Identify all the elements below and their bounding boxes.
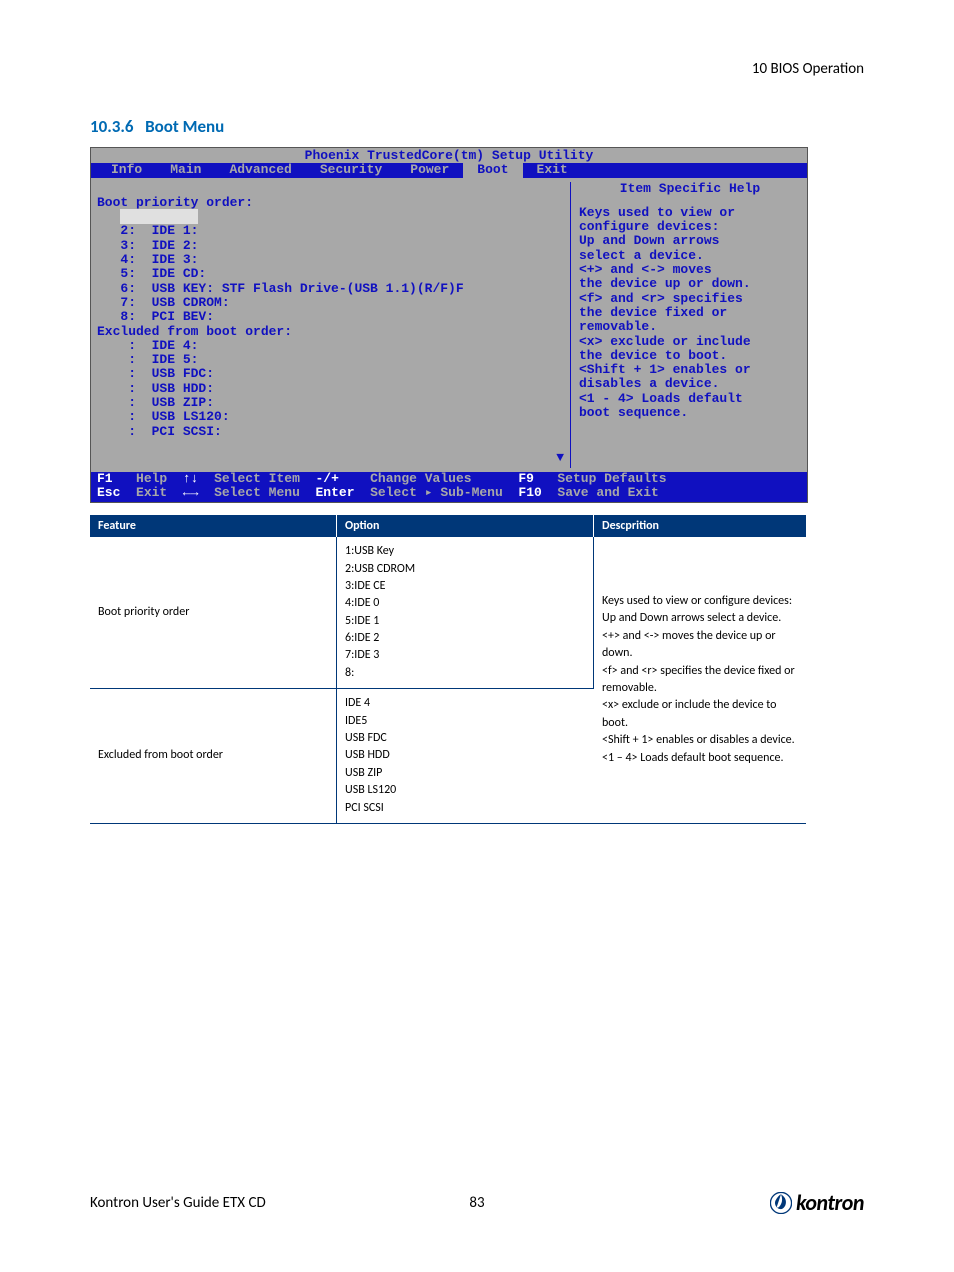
priority-item: 2: IDE 1: [120,223,198,238]
priority-item: 6: USB KEY: STF Flash Drive-(USB 1.1)(R/… [120,281,463,296]
boot-priority-heading: Boot priority order: [97,195,253,210]
label-changevalues: Change Values [370,471,471,486]
scroll-down-icon: ▼ [556,451,564,465]
key-updown: ↑↓ [183,471,199,486]
key-f10: F10 [518,485,541,500]
section-number: 10.3.6 [90,116,134,137]
cell-option: 1:USB Key 2:USB CDROM 3:IDE CE 4:IDE 0 5… [337,537,594,689]
priority-item: 5: IDE CD: [120,266,206,281]
label-selectmenu: Select Menu [214,485,300,500]
label-help: Help [136,471,167,486]
bios-title: Phoenix TrustedCore(tm) Setup Utility [91,148,807,163]
key-esc: Esc [97,485,120,500]
bios-tab-security: Security [306,163,396,177]
key-f1: F1 [97,471,113,486]
footer-left: Kontron User's Guide ETX CD [90,1194,266,1212]
bios-tab-advanced: Advanced [215,163,305,177]
bios-tab-power: Power [396,163,463,177]
bios-tab-info: Info [97,163,156,177]
section-title: Boot Menu [145,116,224,137]
priority-item-1: 1: IDE 0: [120,209,198,224]
excluded-item: : IDE 5: [120,352,198,367]
key-plusminus: -/+ [316,471,339,486]
col-description: Descprition [594,515,807,537]
running-header: 10 BIOS Operation [90,60,864,78]
excluded-item: : PCI SCSI: [120,424,221,439]
excluded-item: : USB FDC: [120,366,214,381]
label-submenu: Select ▸ Sub-Menu [370,485,503,500]
priority-item: 4: IDE 3: [120,252,198,267]
feature-table: Feature Option Descprition Boot priority… [90,515,806,824]
bios-menubar: Info Main Advanced Security Power Boot E… [91,163,807,177]
excluded-item: : USB HDD: [120,381,214,396]
kontron-logo-icon [770,1192,792,1214]
bios-screenshot: Phoenix TrustedCore(tm) Setup Utility In… [90,147,808,503]
bios-tab-main: Main [156,163,215,177]
cell-option: IDE 4 IDE5 USB FDC USB HDD USB ZIP USB L… [337,689,594,824]
key-f9: F9 [518,471,534,486]
page-number: 83 [469,1194,484,1212]
label-save: Save and Exit [557,485,658,500]
col-option: Option [337,515,594,537]
priority-item: 3: IDE 2: [120,238,198,253]
help-title: Item Specific Help [579,182,801,196]
excluded-item: : USB LS120: [120,409,229,424]
label-defaults: Setup Defaults [557,471,666,486]
cell-description: Keys used to view or configure devices: … [594,537,807,823]
excluded-item: : USB ZIP: [120,395,214,410]
col-feature: Feature [90,515,337,537]
excluded-heading: Excluded from boot order: [97,324,292,339]
bios-help-panel: Item Specific Help Keys used to view or c… [570,182,801,468]
cell-feature: Boot priority order [90,537,337,689]
excluded-item: : IDE 4: [120,338,198,353]
label-selectitem: Select Item [214,471,300,486]
label-exit: Exit [136,485,167,500]
bios-left-panel: Boot priority order: 1: IDE 0: 2: IDE 1:… [97,182,570,468]
bios-tab-exit: Exit [523,163,582,177]
key-enter: Enter [316,485,355,500]
bios-tab-boot: Boot [463,163,522,177]
cell-feature: Excluded from boot order [90,689,337,824]
priority-item: 8: PCI BEV: [120,309,214,324]
kontron-text: kontron [796,1189,864,1216]
help-body: Keys used to view or configure devices: … [579,205,751,420]
section-heading: 10.3.6 Boot Menu [90,116,864,137]
kontron-logo: kontron [770,1189,864,1216]
key-leftright: ←→ [183,485,199,500]
table-row: Boot priority order 1:USB Key 2:USB CDRO… [90,537,806,689]
bios-footer: F1 Help ↑↓ Select Item -/+ Change Values… [91,472,807,503]
priority-item: 7: USB CDROM: [120,295,229,310]
page-footer: Kontron User's Guide ETX CD 83 kontron [90,1189,864,1216]
